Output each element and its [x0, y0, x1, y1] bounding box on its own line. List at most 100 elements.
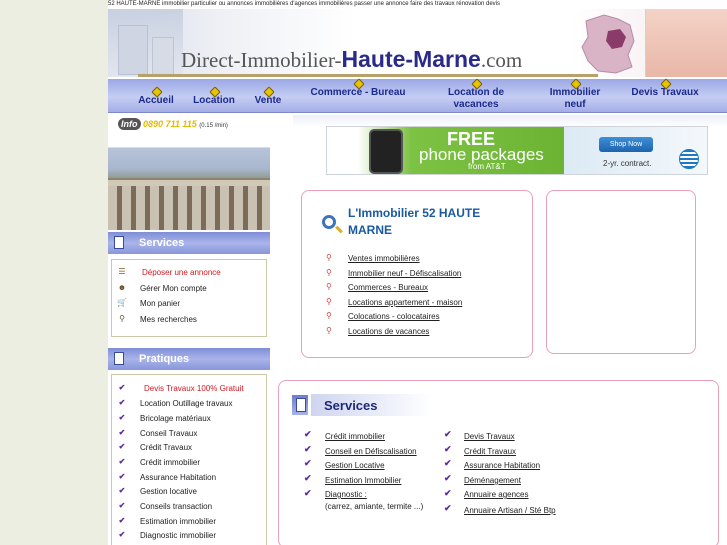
- nav-label: Immobilier neuf: [549, 87, 601, 110]
- link-locations-appartement[interactable]: Locations appartement - maison: [348, 298, 462, 307]
- ad-banner[interactable]: FREE phone packages from AT&T Shop Now 2…: [326, 126, 708, 175]
- viaduct-photo: [108, 147, 270, 230]
- check-icon: ✔: [118, 457, 126, 466]
- nav-vente[interactable]: Vente: [250, 87, 286, 107]
- service-diagnostic[interactable]: Diagnostic :: [325, 490, 367, 499]
- service-demenagement[interactable]: Déménagement: [464, 476, 521, 485]
- site-title[interactable]: Direct-Immobilier-Haute-Marne.com: [181, 46, 522, 73]
- service-gestion-locative[interactable]: Gestion Locative: [325, 461, 385, 470]
- check-icon: ✔: [444, 503, 452, 513]
- nav-immobilier-neuf[interactable]: Immobilier neuf: [540, 79, 610, 111]
- check-icon: ✔: [118, 472, 126, 481]
- info-phone-price: (0.15 /min): [199, 123, 228, 129]
- service-diagnostic-details: (carrez, amiante, termite ...): [325, 502, 424, 511]
- link-locations-vacances[interactable]: Locations de vacances: [348, 327, 429, 336]
- sidebar-link-mes-recherches[interactable]: Mes recherches: [140, 315, 197, 324]
- banner-divider: [138, 74, 598, 77]
- immobilier-links-panel: L'Immobilier 52 HAUTE MARNE ⚲ Ventes imm…: [301, 190, 533, 358]
- sidebar-link-deposer-annonce[interactable]: Déposer une annonce: [142, 268, 221, 277]
- service-conseil-defiscalisation[interactable]: Conseil en Défiscalisation: [325, 447, 417, 456]
- nav-location[interactable]: Location: [190, 87, 238, 107]
- check-icon: ✔: [304, 429, 312, 439]
- post-ad-icon: ☰: [118, 267, 126, 276]
- info-phone-line[interactable]: Info 0890 711 115 (0.15 /min): [118, 118, 303, 132]
- sidebar-services-title: Services: [139, 237, 185, 249]
- france-map-icon: [581, 14, 635, 74]
- sidebar-link-location-outillage[interactable]: Location Outillage travaux: [140, 399, 233, 408]
- service-annuaire-agences[interactable]: Annuaire agences: [464, 490, 529, 499]
- service-estimation-immobilier[interactable]: Estimation Immobilier: [325, 476, 401, 485]
- magnifier-icon: [322, 215, 336, 229]
- link-bullet-icon: ⚲: [326, 297, 332, 306]
- check-icon: ✔: [304, 473, 312, 483]
- sidebar-link-devis-travaux[interactable]: Devis Travaux 100% Gratuit: [144, 384, 244, 393]
- check-icon: ✔: [304, 488, 312, 498]
- sidebar-link-credit-immobilier[interactable]: Crédit immobilier: [140, 458, 200, 467]
- info-phone-number: 0890 711 115: [143, 119, 197, 129]
- check-icon: ✔: [118, 413, 126, 422]
- sidebar-link-diagnostic-immobilier[interactable]: Diagnostic immobilier: [140, 531, 216, 540]
- link-immobilier-neuf[interactable]: Immobilier neuf - Défiscalisation: [348, 269, 461, 278]
- check-icon: ✔: [444, 458, 452, 468]
- check-icon: ✔: [118, 383, 126, 392]
- att-logo-icon: [679, 149, 699, 169]
- sidebar-link-assurance-habitation[interactable]: Assurance Habitation: [140, 473, 216, 482]
- sidebar-link-gerer-compte[interactable]: Gérer Mon compte: [140, 284, 207, 293]
- site-title-highlight: Haute-Marne: [341, 46, 481, 72]
- sidebar-link-bricolage[interactable]: Bricolage matériaux: [140, 414, 211, 423]
- nav-commerce-bureau[interactable]: Commerce - Bureau: [308, 79, 408, 99]
- sidebar-link-estimation-immobilier[interactable]: Estimation immobilier: [140, 517, 216, 526]
- check-icon: ✔: [118, 442, 126, 451]
- service-assurance-habitation[interactable]: Assurance Habitation: [464, 461, 540, 470]
- nav-bullet-icon: [426, 79, 526, 87]
- sidebar-link-conseils-transaction[interactable]: Conseils transaction: [140, 502, 212, 511]
- sidebar-link-conseil-travaux[interactable]: Conseil Travaux: [140, 429, 197, 438]
- check-icon: ✔: [444, 473, 452, 483]
- link-bullet-icon: ⚲: [326, 282, 332, 291]
- check-icon: ✔: [118, 516, 126, 525]
- link-bullet-icon: ⚲: [326, 326, 332, 335]
- service-credit-travaux[interactable]: Crédit Travaux: [464, 447, 516, 456]
- ad-shop-now-button[interactable]: Shop Now: [599, 137, 653, 152]
- empty-side-panel: [546, 190, 696, 354]
- panel-title: L'Immobilier 52 HAUTE MARNE: [348, 206, 481, 237]
- nav-accueil[interactable]: Accueil: [133, 87, 179, 107]
- page-icon: [292, 395, 308, 415]
- link-colocations[interactable]: Colocations - colocataires: [348, 312, 440, 321]
- ad-from: from AT&T: [468, 162, 506, 171]
- nav-bullet-icon: [630, 79, 700, 87]
- link-commerces-bureaux[interactable]: Commerces - Bureaux: [348, 283, 428, 292]
- building-shape: [118, 25, 148, 75]
- info-badge: Info: [118, 118, 141, 130]
- check-icon: ✔: [118, 530, 126, 539]
- main-nav: Accueil Location Vente Commerce - Bureau…: [108, 79, 727, 113]
- sidebar-link-mon-panier[interactable]: Mon panier: [140, 299, 180, 308]
- check-icon: ✔: [444, 488, 452, 498]
- check-icon: ✔: [118, 398, 126, 407]
- header-banner: Direct-Immobilier-Haute-Marne.com: [108, 9, 727, 77]
- nav-devis-travaux[interactable]: Devis Travaux: [630, 79, 700, 99]
- link-bullet-icon: ⚲: [326, 311, 332, 320]
- nav-bullet-icon: [540, 79, 610, 87]
- check-icon: ✔: [118, 501, 126, 510]
- check-icon: ✔: [118, 486, 126, 495]
- services-title: Services: [324, 398, 378, 413]
- link-ventes-immobilieres[interactable]: Ventes immobilières: [348, 254, 420, 263]
- sidebar-pratiques-title: Pratiques: [139, 353, 190, 365]
- phone-image: [369, 129, 403, 174]
- service-annuaire-artisan[interactable]: Annuaire Artisan / Sté Btp: [464, 505, 556, 516]
- service-credit-immobilier[interactable]: Crédit immobilier: [325, 432, 385, 441]
- check-icon: ✔: [444, 429, 452, 439]
- nav-location-vacances[interactable]: Location de vacances: [426, 79, 526, 111]
- banner-person-image: [645, 9, 727, 77]
- check-icon: ✔: [444, 444, 452, 454]
- sidebar-link-gestion-locative[interactable]: Gestion locative: [140, 487, 197, 496]
- sidebar-link-credit-travaux[interactable]: Crédit Travaux: [140, 443, 192, 452]
- check-icon: ✔: [304, 444, 312, 454]
- account-icon: ☻: [117, 283, 127, 292]
- page: 52 HAUTE-MARNE immobilier particulier ou…: [108, 0, 727, 545]
- search-icon: ⚲: [119, 314, 125, 323]
- sidebar-pratiques-box: ✔ Devis Travaux 100% Gratuit ✔ Location …: [111, 374, 267, 545]
- nav-bullet-icon: [133, 87, 179, 95]
- service-devis-travaux[interactable]: Devis Travaux: [464, 432, 515, 441]
